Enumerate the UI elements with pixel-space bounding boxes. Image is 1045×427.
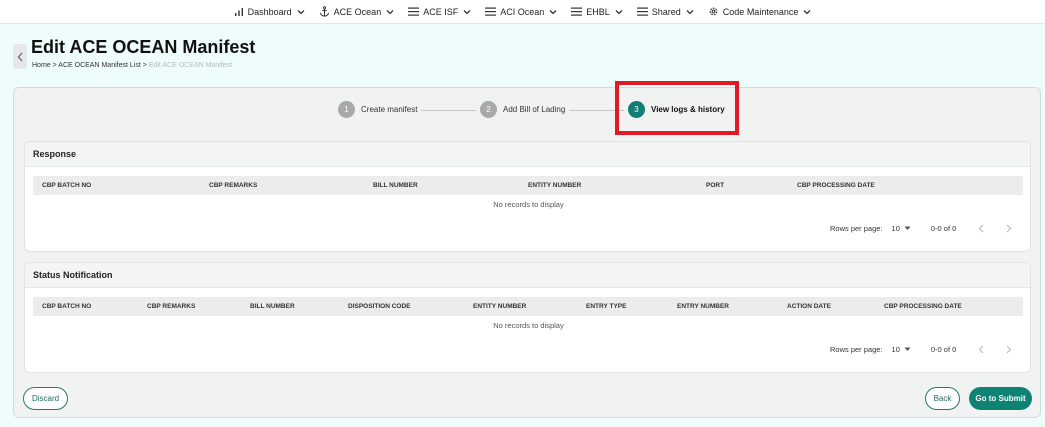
breadcrumb-separator: >: [142, 62, 147, 69]
column-header[interactable]: CBP REMARKS: [209, 182, 257, 189]
step-add-bill-of-lading[interactable]: 2 Add Bill of Lading: [480, 101, 565, 118]
rows-per-page-label: Rows per page:: [830, 224, 883, 233]
top-navigation: Dashboard ACE Ocean ACE ISF ACI Ocean EH…: [0, 0, 1045, 24]
breadcrumb: Home > ACE OCEAN Manifest List > Edit AC…: [32, 62, 232, 69]
chevron-down-icon: [297, 9, 305, 14]
pagination: Rows per page: 10 0-0 of 0: [830, 224, 1012, 233]
nav-dashboard-label: Dashboard: [247, 6, 292, 17]
pagination: Rows per page: 10 0-0 of 0: [830, 345, 1012, 354]
chevron-down-icon: [803, 9, 811, 14]
column-header[interactable]: PORT: [706, 182, 724, 189]
column-header[interactable]: ENTRY TYPE: [586, 303, 626, 310]
chevron-down-icon: [549, 9, 557, 14]
status-notification-section: Status Notification CBP BATCH NO CBP REM…: [24, 262, 1031, 373]
column-header[interactable]: ENTITY NUMBER: [473, 303, 526, 310]
pagination-range: 0-0 of 0: [930, 224, 957, 233]
page-title: Edit ACE OCEAN Manifest: [31, 37, 256, 57]
chevron-down-icon: [463, 9, 471, 14]
rows-per-page-label: Rows per page:: [830, 345, 883, 354]
go-to-submit-button[interactable]: Go to Submit: [969, 387, 1032, 410]
nav-ehbl[interactable]: EHBL: [571, 7, 623, 17]
breadcrumb-manifest-list[interactable]: ACE OCEAN Manifest List: [58, 62, 140, 69]
chevron-left-icon: [17, 52, 23, 61]
status-table-header: CBP BATCH NO CBP REMARKS BILL NUMBER DIS…: [33, 297, 1023, 316]
column-header[interactable]: ENTITY NUMBER: [528, 182, 581, 189]
response-table-header: CBP BATCH NO CBP REMARKS BILL NUMBER ENT…: [33, 176, 1023, 195]
nav-dashboard[interactable]: Dashboard: [234, 7, 305, 17]
column-header[interactable]: ACTION DATE: [787, 303, 831, 310]
column-header[interactable]: CBP BATCH NO: [42, 182, 91, 189]
nav-aci-ocean[interactable]: ACI Ocean: [485, 7, 557, 17]
caret-down-icon[interactable]: [904, 226, 911, 231]
column-header[interactable]: DISPOSITION CODE: [348, 303, 410, 310]
chevron-down-icon: [386, 9, 394, 14]
chevron-down-icon: [615, 9, 623, 14]
menu-icon: [408, 7, 420, 16]
step-number: 2: [480, 101, 497, 118]
breadcrumb-separator: >: [52, 62, 57, 69]
next-page-icon[interactable]: [1006, 224, 1012, 233]
menu-icon: [485, 7, 497, 16]
gear-icon: [709, 7, 718, 16]
column-header[interactable]: BILL NUMBER: [250, 303, 295, 310]
previous-page-icon[interactable]: [978, 224, 984, 233]
status-notification-title: Status Notification: [25, 263, 1030, 288]
step-label: Create manifest: [361, 105, 418, 114]
nav-shared[interactable]: Shared: [636, 6, 694, 17]
nav-ace-isf-label: ACE ISF: [423, 6, 459, 17]
step-connector: [421, 110, 476, 111]
nav-aci-ocean-label: ACI Ocean: [500, 6, 545, 17]
rows-per-page-select[interactable]: 10: [892, 345, 900, 354]
nav-code-maintenance[interactable]: Code Maintenance: [708, 6, 812, 17]
nav-ehbl-label: EHBL: [586, 6, 610, 17]
step-label: Add Bill of Lading: [503, 105, 566, 114]
step-number: 1: [338, 101, 355, 118]
nav-code-maintenance-label: Code Maintenance: [722, 6, 799, 17]
empty-state: No records to display: [493, 321, 564, 330]
chevron-down-icon: [686, 9, 694, 14]
response-title: Response: [25, 142, 1030, 167]
menu-icon: [571, 7, 583, 16]
discard-button[interactable]: Discard: [23, 387, 68, 410]
back-button[interactable]: Back: [925, 387, 960, 410]
step-create-manifest[interactable]: 1 Create manifest: [338, 101, 417, 118]
breadcrumb-current: Edit ACE OCEAN Manifest: [148, 62, 233, 69]
column-header[interactable]: CBP REMARKS: [147, 303, 195, 310]
column-header[interactable]: CBP PROCESSING DATE: [797, 182, 875, 189]
rows-per-page-select[interactable]: 10: [892, 224, 900, 233]
pagination-range: 0-0 of 0: [930, 345, 957, 354]
response-section: Response CBP BATCH NO CBP REMARKS BILL N…: [24, 141, 1031, 252]
nav-ace-isf[interactable]: ACE ISF: [408, 7, 471, 17]
empty-state: No records to display: [493, 200, 564, 209]
column-header[interactable]: BILL NUMBER: [373, 182, 418, 189]
anchor-icon: [319, 6, 329, 17]
nav-ace-ocean[interactable]: ACE Ocean: [319, 6, 395, 17]
nav-shared-label: Shared: [651, 6, 681, 17]
nav-ace-ocean-label: ACE Ocean: [333, 6, 382, 17]
column-header[interactable]: ENTRY NUMBER: [677, 303, 729, 310]
column-header[interactable]: CBP PROCESSING DATE: [884, 303, 962, 310]
menu-icon: [636, 7, 648, 16]
back-arrow-button[interactable]: [13, 44, 27, 69]
bar-chart-icon: [234, 7, 243, 16]
highlight-box: [615, 81, 739, 135]
column-header[interactable]: CBP BATCH NO: [42, 303, 91, 310]
breadcrumb-home[interactable]: Home: [32, 62, 51, 69]
caret-down-icon[interactable]: [904, 347, 911, 352]
previous-page-icon[interactable]: [978, 345, 984, 354]
next-page-icon[interactable]: [1006, 345, 1012, 354]
